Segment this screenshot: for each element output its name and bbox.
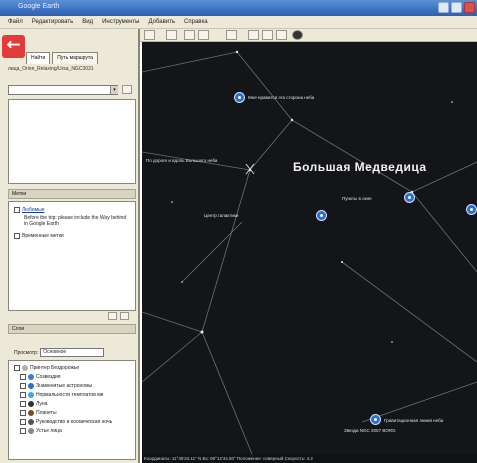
map-label: Гравитационная линия неба xyxy=(384,418,444,423)
checkbox-icon[interactable] xyxy=(20,401,26,407)
search-results-panel xyxy=(8,99,136,184)
moon-icon xyxy=(28,401,34,407)
close-icon[interactable] xyxy=(464,2,475,13)
layer-item-label: Знаменитые астрономы xyxy=(36,383,93,389)
ruler-icon[interactable] xyxy=(226,30,237,40)
map-label: Звезда NGC 2007 BORG xyxy=(344,428,396,433)
tab-find[interactable]: Найти xyxy=(26,52,51,64)
status-bar: Координаты: 11°45'34.11" N Вз: 08°12'44.… xyxy=(142,454,477,463)
menu-help[interactable]: Справка xyxy=(184,19,208,25)
astronomer-icon xyxy=(28,383,34,389)
add-polygon-icon[interactable] xyxy=(184,30,195,40)
checkbox-icon[interactable] xyxy=(14,233,20,239)
email-icon[interactable] xyxy=(248,30,259,40)
placemark-icon[interactable] xyxy=(316,210,327,221)
checkbox-icon[interactable] xyxy=(20,419,26,425)
add-placemark-icon[interactable] xyxy=(166,30,177,40)
menu-add[interactable]: Добавить xyxy=(149,19,176,25)
layers-filter: Просмотр: Основное xyxy=(14,348,105,357)
sidebar: Найти Путь маршрута лица_Orion_Relaxing/… xyxy=(0,29,140,463)
placemark-icon[interactable] xyxy=(404,192,415,203)
folder-icon xyxy=(22,365,28,371)
minimize-icon[interactable] xyxy=(438,2,449,13)
search-tabs: Найти Путь маршрута xyxy=(26,52,100,64)
sky-mode-icon[interactable] xyxy=(292,30,303,40)
layers-filter-select[interactable]: Основное xyxy=(40,348,105,357)
layer-item[interactable]: Руководство и космическая ночь xyxy=(20,419,112,425)
up-arrow-icon[interactable] xyxy=(108,312,117,320)
layer-item-label: Нормальности темплатов ми xyxy=(36,392,104,398)
placemark-icon[interactable] xyxy=(370,414,381,425)
menu-bar: Файл Редактировать Вид Инструменты Добав… xyxy=(0,16,477,29)
print-icon[interactable] xyxy=(262,30,273,40)
search-query: лица_Orion_Relaxing/Ursa_NGC3031 xyxy=(8,66,94,72)
back-arrow-icon[interactable]: ← xyxy=(2,35,25,58)
window-title: Google Earth xyxy=(18,3,60,10)
layer-item-label: Устье лица xyxy=(36,428,62,434)
layer-item[interactable]: Планеты xyxy=(20,410,57,416)
layer-item[interactable]: Устье лица xyxy=(20,428,62,434)
checkbox-icon[interactable] xyxy=(20,428,26,434)
toolbar xyxy=(140,29,477,42)
search-input[interactable] xyxy=(8,85,118,95)
layer-item[interactable]: Знаменитые астрономы xyxy=(20,383,92,389)
menu-tools[interactable]: Инструменты xyxy=(102,19,139,25)
constellation-icon xyxy=(28,374,34,380)
places-item-label: Временные метки xyxy=(22,233,64,239)
places-header[interactable]: Метки xyxy=(8,189,136,199)
map-label: Мне нравится эта сторона неба xyxy=(248,95,315,100)
places-item-label: Любимые xyxy=(22,207,45,213)
layer-item-label: Луна xyxy=(36,401,48,407)
map-label: Центр галактики xyxy=(204,213,239,218)
placemark-icon[interactable] xyxy=(234,92,245,103)
layer-item-label: Принтер Бездорожье xyxy=(30,365,80,371)
checkbox-icon[interactable] xyxy=(20,392,26,398)
chevron-down-icon[interactable]: ▾ xyxy=(110,86,118,94)
sky-map-view[interactable]: Большая Медведица Мне нравится эта сторо… xyxy=(142,42,477,454)
layer-item-label: Планеты xyxy=(36,410,57,416)
down-arrow-icon[interactable] xyxy=(120,312,129,320)
tab-directions[interactable]: Путь маршрута xyxy=(52,52,98,64)
checkbox-icon[interactable] xyxy=(14,207,20,213)
layer-item[interactable]: Принтер Бездорожье xyxy=(14,365,79,371)
placemark-icon[interactable] xyxy=(466,204,477,215)
telescope-icon xyxy=(28,392,34,398)
title-bar: Google Earth xyxy=(0,0,477,16)
menu-view[interactable]: Вид xyxy=(82,19,93,25)
layer-item[interactable]: Созвездия xyxy=(20,374,61,380)
checkbox-icon[interactable] xyxy=(20,374,26,380)
map-label: Пункты в окне xyxy=(342,196,372,201)
maximize-icon[interactable] xyxy=(451,2,462,13)
layers-filter-label: Просмотр: xyxy=(14,349,39,356)
places-item[interactable]: Временные метки xyxy=(14,233,64,239)
layers-header[interactable]: Слои xyxy=(8,324,136,334)
layer-item-label: Созвездия xyxy=(36,374,61,380)
checkbox-icon[interactable] xyxy=(20,410,26,416)
map-label: По дороге и вдоль Большого неба xyxy=(146,158,218,163)
places-item-label: Before the trip: please include the Way … xyxy=(24,215,127,227)
map-view-icon[interactable] xyxy=(276,30,287,40)
guide-icon xyxy=(28,419,34,425)
hide-sidebar-icon[interactable] xyxy=(144,30,155,40)
places-item: Before the trip: please include the Way … xyxy=(24,215,129,227)
layer-item-label: Руководство и космическая ночь xyxy=(36,419,113,425)
constellation-lines xyxy=(142,50,477,454)
add-path-icon[interactable] xyxy=(198,30,209,40)
checkbox-icon[interactable] xyxy=(14,365,20,371)
layer-item[interactable]: Нормальности темплатов ми xyxy=(20,392,103,398)
menu-edit[interactable]: Редактировать xyxy=(32,19,73,25)
star-icon xyxy=(28,428,34,434)
menu-file[interactable]: Файл xyxy=(8,19,23,25)
checkbox-icon[interactable] xyxy=(20,383,26,389)
places-item[interactable]: Любимые xyxy=(14,207,45,213)
planet-icon xyxy=(28,410,34,416)
constellation-name: Большая Медведица xyxy=(293,160,427,174)
layer-item[interactable]: Луна xyxy=(20,401,47,407)
search-icon[interactable] xyxy=(122,85,132,94)
crosshair-icon xyxy=(245,163,255,175)
